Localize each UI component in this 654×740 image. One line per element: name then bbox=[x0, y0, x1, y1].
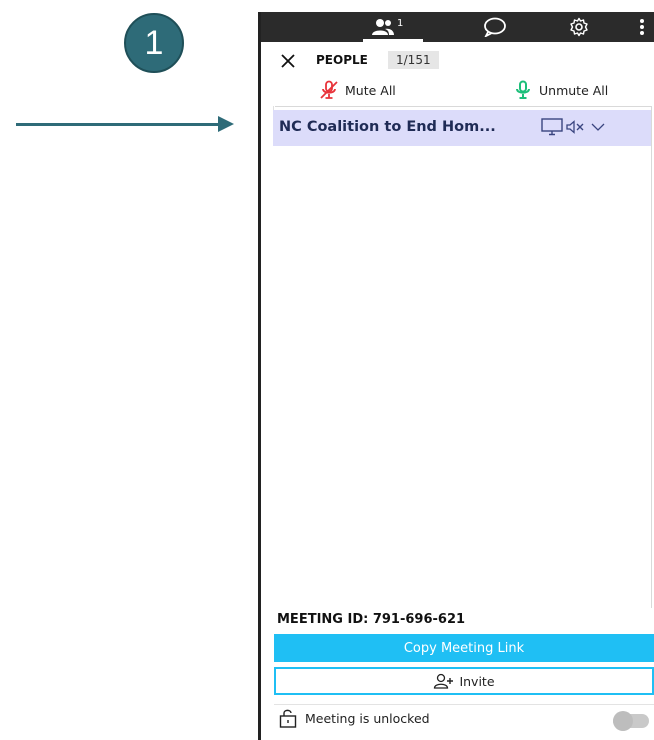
screen-share-icon bbox=[541, 118, 563, 136]
step-number: 1 bbox=[144, 23, 164, 62]
add-person-icon bbox=[434, 673, 454, 689]
participant-row[interactable]: NC Coalition to End Hom... bbox=[273, 110, 651, 146]
mic-icon bbox=[516, 80, 530, 99]
invite-label: Invite bbox=[459, 673, 495, 689]
people-header: PEOPLE 1/151 bbox=[261, 48, 654, 72]
participant-count-badge: 1/151 bbox=[388, 51, 439, 69]
tab-people[interactable]: 1 bbox=[371, 16, 403, 38]
chat-bubble-icon bbox=[484, 17, 506, 37]
unmute-all-button[interactable]: Unmute All bbox=[513, 80, 608, 100]
active-tab-underline bbox=[363, 39, 423, 42]
list-right-border bbox=[651, 106, 652, 608]
speaker-muted-icon[interactable] bbox=[566, 120, 588, 134]
people-icon bbox=[372, 19, 394, 35]
footer-divider bbox=[274, 704, 654, 705]
copy-meeting-link-button[interactable]: Copy Meeting Link bbox=[274, 634, 654, 662]
people-count: 1 bbox=[397, 17, 404, 29]
step-number-badge: 1 bbox=[124, 13, 184, 73]
mute-all-label: Mute All bbox=[345, 82, 396, 98]
toggle-knob bbox=[613, 711, 633, 731]
mute-controls: Mute All Unmute All bbox=[261, 78, 654, 102]
unlocked-lock-icon bbox=[279, 709, 297, 728]
unmute-all-label: Unmute All bbox=[539, 82, 609, 98]
people-panel: 1 PEOPLE 1/151 Mute All Unmute All NC Co… bbox=[258, 12, 654, 740]
close-icon bbox=[281, 54, 295, 68]
list-top-divider bbox=[275, 106, 651, 107]
more-options-button[interactable] bbox=[639, 16, 645, 38]
pointer-arrow-head bbox=[218, 116, 234, 132]
tab-settings[interactable] bbox=[569, 16, 589, 38]
invite-button[interactable]: Invite bbox=[274, 667, 654, 695]
participant-name: NC Coalition to End Hom... bbox=[279, 119, 496, 135]
panel-title: PEOPLE bbox=[316, 53, 368, 67]
meeting-lock-row: Meeting is unlocked bbox=[279, 708, 430, 728]
participant-list-empty-area bbox=[273, 146, 651, 608]
mute-all-button[interactable]: Mute All bbox=[319, 80, 396, 100]
meeting-id: MEETING ID: 791-696-621 bbox=[277, 612, 466, 627]
copy-meeting-link-label: Copy Meeting Link bbox=[403, 640, 525, 656]
page: 1 1 PEOPLE 1/151 Mute All Unmute All NC … bbox=[0, 0, 654, 740]
participant-status-icons bbox=[541, 118, 605, 136]
close-panel-button[interactable] bbox=[281, 53, 295, 72]
meeting-lock-toggle[interactable] bbox=[613, 711, 649, 731]
gear-icon bbox=[570, 17, 588, 37]
more-vertical-icon bbox=[640, 19, 644, 35]
tab-chat[interactable] bbox=[483, 16, 507, 38]
panel-topbar: 1 bbox=[261, 12, 654, 42]
mic-muted-icon bbox=[320, 80, 338, 99]
lock-status-text: Meeting is unlocked bbox=[305, 710, 430, 726]
pointer-arrow-line bbox=[16, 123, 220, 126]
chevron-down-icon[interactable] bbox=[591, 122, 605, 132]
